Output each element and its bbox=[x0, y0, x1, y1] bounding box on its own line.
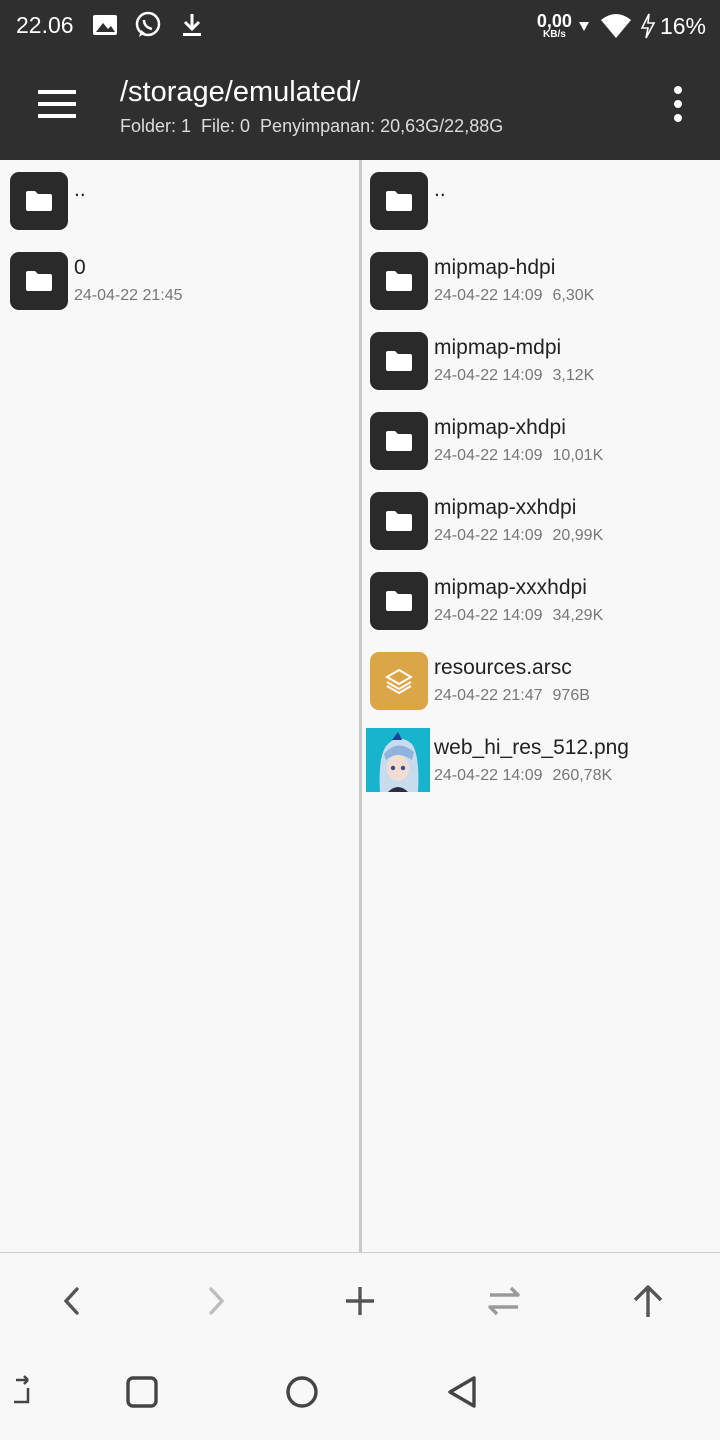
item-size: 976B bbox=[552, 687, 590, 704]
item-meta: 24-04-22 21:45 bbox=[74, 287, 183, 305]
add-icon[interactable] bbox=[338, 1279, 382, 1323]
forward-arrow-icon[interactable] bbox=[194, 1279, 238, 1323]
item-date: 24-04-22 14:09 bbox=[434, 767, 543, 784]
item-date: 24-04-22 21:45 bbox=[74, 287, 183, 304]
rotate-screen-icon[interactable] bbox=[4, 1372, 44, 1412]
item-name: .. bbox=[74, 178, 86, 201]
item-meta: 24-04-22 14:09 6,30K bbox=[434, 287, 594, 305]
list-item-folder[interactable]: mipmap-hdpi 24-04-22 14:09 6,30K bbox=[362, 240, 720, 320]
bottom-toolbar bbox=[0, 1252, 720, 1344]
item-name: .. bbox=[434, 178, 446, 201]
folder-icon bbox=[370, 492, 428, 550]
current-path: /storage/emulated/ bbox=[120, 76, 361, 108]
item-name: mipmap-xhdpi bbox=[434, 416, 566, 439]
item-size: 34,29K bbox=[552, 607, 604, 624]
list-item-file[interactable]: web_hi_res_512.png 24-04-22 14:09 260,78K bbox=[362, 720, 720, 800]
item-date: 24-04-22 21:47 bbox=[434, 687, 543, 704]
image-thumbnail bbox=[366, 728, 430, 792]
item-size: 10,01K bbox=[552, 447, 604, 464]
item-meta: 24-04-22 14:09 10,01K bbox=[434, 447, 603, 465]
back-arrow-icon[interactable] bbox=[50, 1279, 94, 1323]
layers-icon bbox=[370, 652, 428, 710]
item-meta: 24-04-22 14:09 34,29K bbox=[434, 607, 603, 625]
list-item-folder[interactable]: mipmap-mdpi 24-04-22 14:09 3,12K bbox=[362, 320, 720, 400]
item-meta: 24-04-22 14:09 260,78K bbox=[434, 767, 612, 785]
item-size: 3,12K bbox=[552, 367, 595, 384]
item-size: 260,78K bbox=[552, 767, 613, 784]
system-navigation-bar bbox=[0, 1344, 720, 1440]
whatsapp-notification-icon bbox=[135, 11, 161, 37]
list-item-folder[interactable]: mipmap-xhdpi 24-04-22 14:09 10,01K bbox=[362, 400, 720, 480]
item-meta: 24-04-22 14:09 3,12K bbox=[434, 367, 594, 385]
list-item-folder[interactable]: mipmap-xxxhdpi 24-04-22 14:09 34,29K bbox=[362, 560, 720, 640]
storage-info: Folder: 1 File: 0 Penyimpanan: 20,63G/22… bbox=[120, 116, 504, 136]
menu-icon[interactable] bbox=[28, 82, 84, 126]
folder-icon bbox=[370, 332, 428, 390]
item-date: 24-04-22 14:09 bbox=[434, 527, 543, 544]
item-meta: 24-04-22 21:47 976B bbox=[434, 687, 590, 705]
left-file-pane[interactable]: .. 0 24-04-22 21:45 bbox=[0, 160, 360, 1252]
recent-apps-icon[interactable] bbox=[122, 1372, 162, 1412]
folder-icon bbox=[370, 412, 428, 470]
folder-icon bbox=[370, 252, 428, 310]
list-item-parent-dir[interactable]: .. bbox=[0, 160, 358, 240]
item-date: 24-04-22 14:09 bbox=[434, 447, 543, 464]
item-name: mipmap-mdpi bbox=[434, 336, 562, 359]
status-time: 22.06 bbox=[16, 12, 74, 38]
item-size: 6,30K bbox=[552, 287, 595, 304]
up-directory-icon[interactable] bbox=[626, 1279, 670, 1323]
more-options-icon[interactable] bbox=[666, 82, 690, 126]
network-speed: 0,00 KB/s bbox=[536, 11, 572, 40]
swap-panes-icon[interactable] bbox=[482, 1279, 526, 1323]
battery-level: 16% bbox=[659, 12, 706, 39]
home-icon[interactable] bbox=[282, 1372, 322, 1412]
item-name: 0 bbox=[74, 256, 86, 279]
list-item-folder[interactable]: mipmap-xxhdpi 24-04-22 14:09 20,99K bbox=[362, 480, 720, 560]
app-bar: /storage/emulated/ Folder: 1 File: 0 Pen… bbox=[0, 52, 720, 160]
list-item-parent-dir[interactable]: .. bbox=[362, 160, 720, 240]
item-date: 24-04-22 14:09 bbox=[434, 287, 543, 304]
item-meta: 24-04-22 14:09 20,99K bbox=[434, 527, 603, 545]
signal-arrow-icon bbox=[578, 22, 589, 31]
item-date: 24-04-22 14:09 bbox=[434, 367, 543, 384]
right-file-pane[interactable]: .. mipmap-hdpi 24-04-22 14:09 6,30K mipma… bbox=[362, 160, 720, 1252]
folder-icon bbox=[10, 172, 68, 230]
wifi-icon bbox=[600, 14, 631, 38]
gallery-notification-icon bbox=[93, 15, 117, 35]
folder-icon bbox=[370, 572, 428, 630]
status-bar: 22.06 0,00 KB/s 16% bbox=[0, 0, 720, 52]
item-name: mipmap-hdpi bbox=[434, 256, 556, 279]
item-date: 24-04-22 14:09 bbox=[434, 607, 543, 624]
item-name: web_hi_res_512.png bbox=[434, 736, 629, 759]
item-name: resources.arsc bbox=[434, 656, 572, 679]
item-name: mipmap-xxxhdpi bbox=[434, 576, 587, 599]
list-item-file[interactable]: resources.arsc 24-04-22 21:47 976B bbox=[362, 640, 720, 720]
list-item-folder-0[interactable]: 0 24-04-22 21:45 bbox=[0, 240, 358, 320]
download-notification-icon bbox=[183, 14, 201, 36]
item-name: mipmap-xxhdpi bbox=[434, 496, 577, 519]
nav-back-icon[interactable] bbox=[442, 1372, 482, 1412]
folder-icon bbox=[370, 172, 428, 230]
charging-icon bbox=[640, 13, 656, 39]
folder-icon bbox=[10, 252, 68, 310]
item-size: 20,99K bbox=[552, 527, 604, 544]
